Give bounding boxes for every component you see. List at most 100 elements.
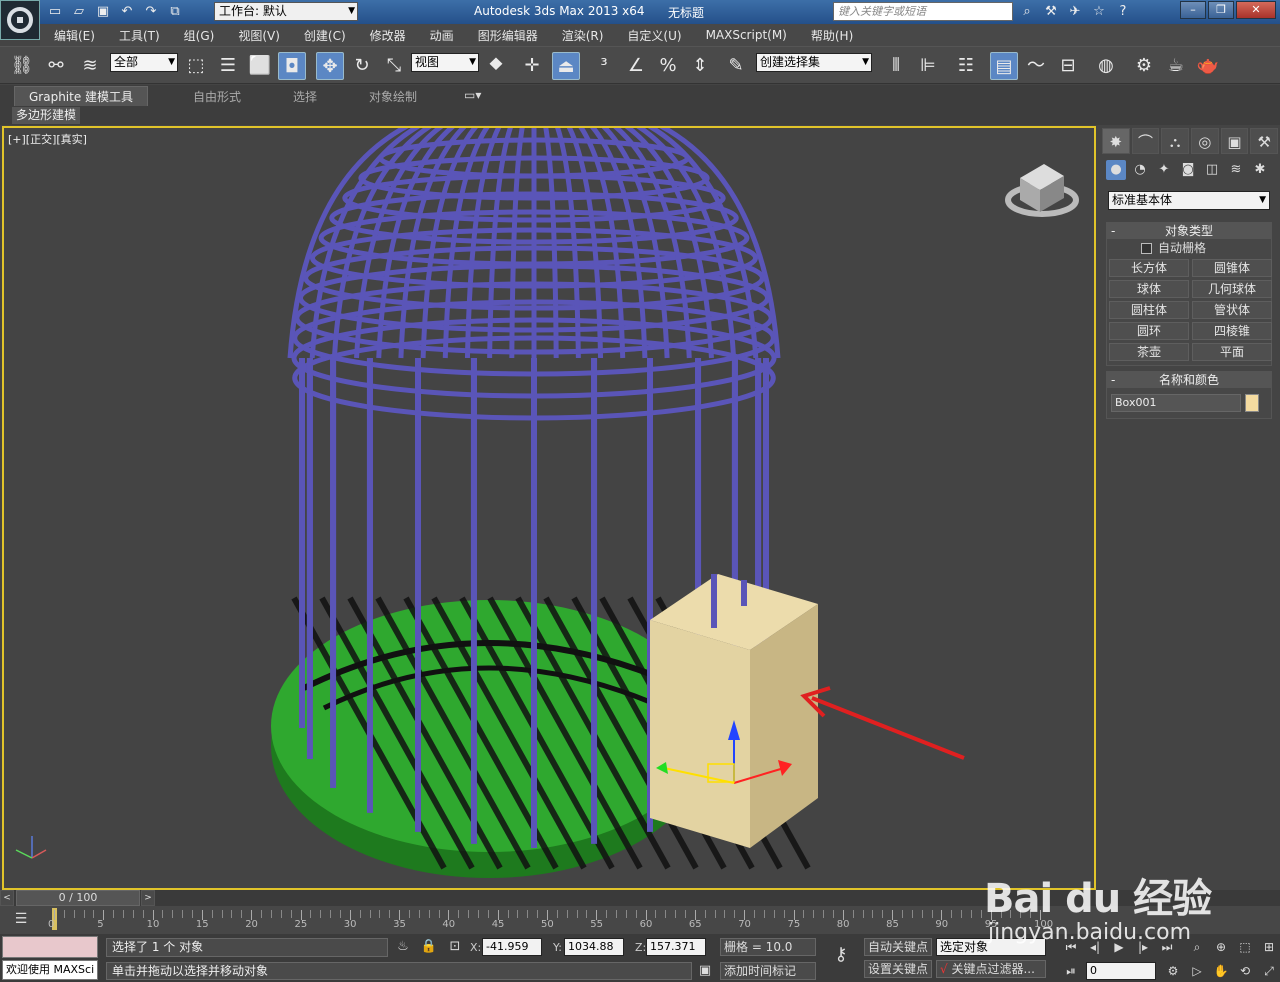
time-tag-icon[interactable]: ▣: [696, 962, 714, 980]
binoculars-icon[interactable]: ⌕: [1018, 3, 1036, 21]
favorites-star-icon[interactable]: ☆: [1090, 3, 1108, 21]
menu-item[interactable]: 图形编辑器: [478, 27, 538, 44]
maximize-viewport-icon[interactable]: ⤢: [1260, 962, 1278, 980]
track-bar-toggle-icon[interactable]: ☰: [10, 911, 32, 929]
object-color-swatch[interactable]: [1245, 394, 1259, 412]
menu-item[interactable]: 视图(V): [238, 27, 280, 44]
maximize-button[interactable]: ❐: [1208, 1, 1234, 19]
zoom-extents-all-icon[interactable]: ⊞: [1260, 938, 1278, 956]
zoom-extents-icon[interactable]: ⬚: [1236, 938, 1254, 956]
set-key-icon[interactable]: ⚷: [826, 944, 856, 972]
time-slider-thumb[interactable]: 0 / 100: [16, 890, 140, 906]
select-by-name-icon[interactable]: ☰: [214, 52, 242, 80]
isolate-selection-icon[interactable]: ♨: [394, 938, 412, 956]
schematic-view-icon[interactable]: ⊟: [1054, 52, 1082, 80]
spinner-snap-icon[interactable]: ⇕: [686, 52, 714, 80]
menu-item[interactable]: 渲染(R): [562, 27, 604, 44]
graphite-toggle-icon[interactable]: ▤: [990, 52, 1018, 80]
time-config-icon[interactable]: ⚙: [1164, 962, 1182, 980]
maxscript-listener-mini[interactable]: [2, 936, 98, 958]
object-type-header[interactable]: - 对象类型: [1107, 223, 1271, 239]
link-icon[interactable]: ⛓: [8, 52, 36, 80]
y-coordinate-field[interactable]: 1034.88: [564, 938, 624, 956]
polygon-modeling-label[interactable]: 多边形建模: [12, 107, 81, 124]
render-setup-icon[interactable]: ⚙: [1130, 52, 1158, 80]
select-scale-icon[interactable]: ⤡: [380, 52, 408, 80]
minimize-button[interactable]: –: [1180, 1, 1206, 19]
geometry-category-dropdown[interactable]: 标准基本体 ▼: [1108, 191, 1270, 210]
object-type-button[interactable]: 几何球体: [1192, 280, 1272, 298]
project-folder-icon[interactable]: ⧉: [166, 3, 184, 21]
help-icon[interactable]: ?: [1114, 3, 1132, 21]
shapes-icon[interactable]: ◔: [1130, 160, 1150, 180]
ribbon-options-icon[interactable]: ▭▾: [464, 88, 481, 102]
pivot-center-icon[interactable]: ⯁: [482, 52, 510, 80]
menu-item[interactable]: 修改器: [370, 27, 406, 44]
selection-filter-dropdown[interactable]: 全部 ▼: [110, 53, 178, 72]
tab-graphite-modeling[interactable]: Graphite 建模工具: [14, 86, 149, 106]
zoom-all-icon[interactable]: ⊕: [1212, 938, 1230, 956]
select-move-icon[interactable]: ✥: [316, 52, 344, 80]
object-type-button[interactable]: 圆锥体: [1192, 259, 1272, 277]
object-name-field[interactable]: Box001: [1111, 394, 1241, 412]
rectangle-selection-icon[interactable]: ⬜: [246, 52, 274, 80]
x-coordinate-field[interactable]: -41.959: [482, 938, 542, 956]
key-filters-button[interactable]: √ 关键点过滤器...: [936, 960, 1046, 978]
close-button[interactable]: ✕: [1236, 1, 1276, 19]
systems-icon[interactable]: ✱: [1250, 160, 1270, 180]
named-selection-dropdown[interactable]: 创建选择集 ▼: [756, 53, 872, 72]
menu-item[interactable]: 编辑(E): [54, 27, 95, 44]
object-type-button[interactable]: 长方体: [1109, 259, 1189, 277]
object-type-button[interactable]: 圆柱体: [1109, 301, 1189, 319]
autogrid-checkbox[interactable]: 自动栅格: [1107, 239, 1271, 257]
orbit-icon[interactable]: ⟲: [1236, 962, 1254, 980]
window-crossing-icon[interactable]: ◘: [278, 52, 306, 80]
material-editor-icon[interactable]: ◍: [1092, 52, 1120, 80]
render-teapot-icon[interactable]: 🫖: [1194, 52, 1222, 80]
prev-frame-icon[interactable]: <: [0, 890, 14, 906]
tab-freeform[interactable]: 自由形式: [193, 88, 241, 105]
auto-key-button[interactable]: 自动关键点: [864, 938, 932, 956]
manipulate-icon[interactable]: ✛: [518, 52, 546, 80]
menu-item[interactable]: 帮助(H): [811, 27, 853, 44]
subscription-icon[interactable]: ⚒: [1042, 3, 1060, 21]
redo-icon[interactable]: ↷: [142, 3, 160, 21]
z-coordinate-field[interactable]: 157.371: [646, 938, 706, 956]
object-type-button[interactable]: 圆环: [1109, 322, 1189, 340]
create-tab-icon[interactable]: ✸: [1102, 128, 1130, 154]
angle-snap-icon[interactable]: ∠: [622, 52, 650, 80]
workspace-dropdown[interactable]: 工作台: 默认 ▼: [214, 2, 358, 21]
absolute-mode-icon[interactable]: ⊡: [446, 938, 464, 956]
next-frame-icon[interactable]: >: [141, 890, 155, 906]
open-file-icon[interactable]: ▱: [70, 3, 88, 21]
hierarchy-tab-icon[interactable]: ⛬: [1161, 128, 1190, 154]
perspective-viewport[interactable]: [+][正交][真实]: [2, 126, 1096, 890]
display-tab-icon[interactable]: ▣: [1220, 128, 1249, 154]
utilities-tab-icon[interactable]: ⚒: [1250, 128, 1279, 154]
maxscript-input[interactable]: 欢迎使用 MAXSci: [2, 960, 98, 980]
percent-snap-icon[interactable]: %: [654, 52, 682, 80]
align-icon[interactable]: ⊫: [914, 52, 942, 80]
lights-icon[interactable]: ✦: [1154, 160, 1174, 180]
new-file-icon[interactable]: ▭: [46, 3, 64, 21]
object-type-button[interactable]: 平面: [1192, 343, 1272, 361]
snaps-toggle-icon[interactable]: ³: [590, 52, 618, 80]
menu-item[interactable]: 自定义(U): [627, 27, 681, 44]
menu-item[interactable]: 组(G): [184, 27, 215, 44]
search-input[interactable]: 键入关键字或短语: [833, 2, 1013, 21]
helpers-icon[interactable]: ◫: [1202, 160, 1222, 180]
viewport-label[interactable]: [+][正交][真实]: [8, 131, 87, 147]
set-key-button[interactable]: 设置关键点: [864, 960, 932, 978]
motion-tab-icon[interactable]: ◎: [1191, 128, 1219, 154]
menu-item[interactable]: 创建(C): [304, 27, 346, 44]
tab-object-paint[interactable]: 对象绘制: [369, 88, 417, 105]
object-type-button[interactable]: 管状体: [1192, 301, 1272, 319]
communication-icon[interactable]: ✈: [1066, 3, 1084, 21]
mirror-icon[interactable]: ⫴: [882, 52, 910, 80]
select-object-icon[interactable]: ⬚: [182, 52, 210, 80]
tab-selection[interactable]: 选择: [293, 88, 317, 105]
app-logo-button[interactable]: [0, 0, 40, 40]
keyboard-shortcut-override-icon[interactable]: ⏏: [552, 52, 580, 80]
modify-tab-icon[interactable]: ⌒: [1131, 128, 1160, 154]
space-warps-icon[interactable]: ≋: [1226, 160, 1246, 180]
